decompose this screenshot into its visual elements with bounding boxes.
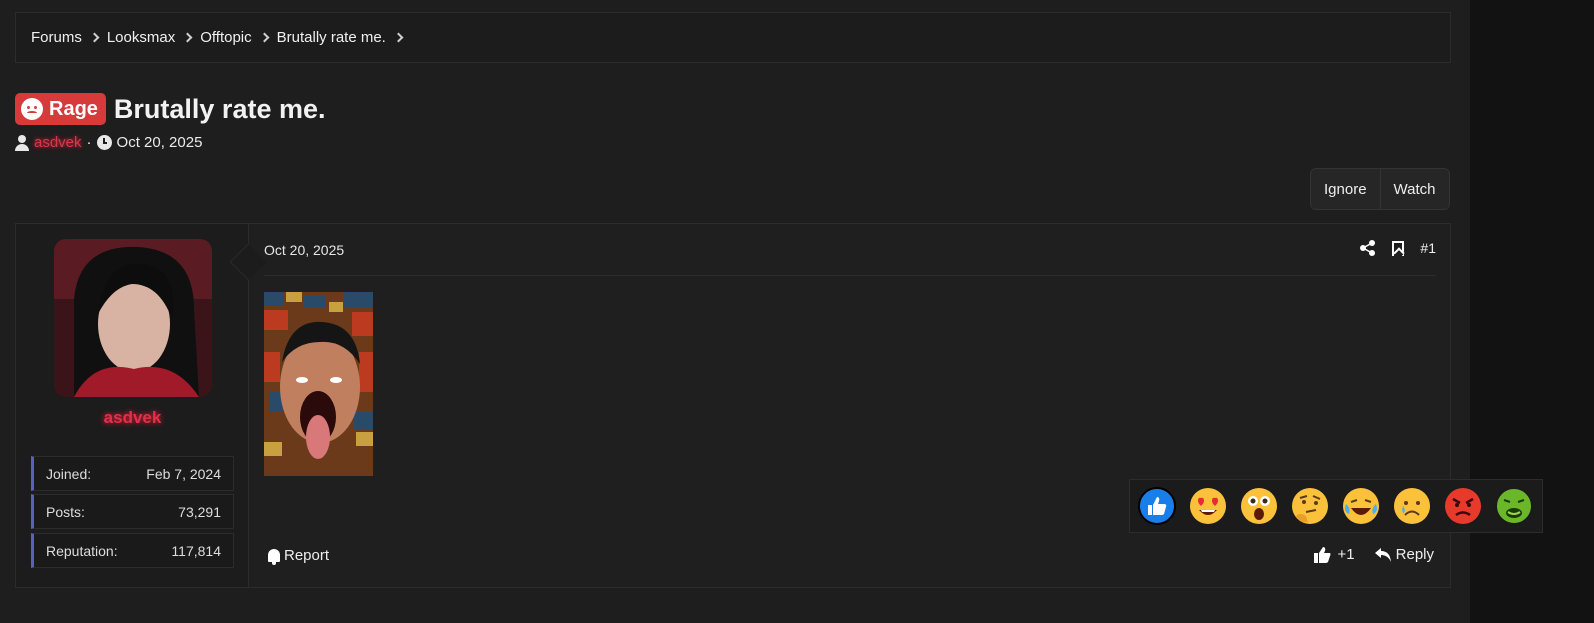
post-permalink[interactable]: #1 [1420, 240, 1436, 256]
prefix-label: Rage [49, 97, 98, 120]
page-title: Brutally rate me. [113, 93, 326, 124]
watch-button[interactable]: Watch [1379, 169, 1449, 209]
nauseated-icon[interactable] [1494, 486, 1534, 526]
thread-date[interactable]: Oct 20, 2025 [117, 134, 203, 151]
thumbs-up-icon [1313, 546, 1331, 563]
shocked-icon[interactable] [1239, 486, 1279, 526]
post-username[interactable]: asdvek [16, 408, 249, 428]
angry-face-icon [21, 98, 43, 120]
post-divider [264, 275, 1436, 276]
chevron-right-icon [182, 32, 193, 43]
thread-meta: asdvek · Oct 20, 2025 [15, 134, 202, 151]
thread-actions: Ignore Watch [1310, 168, 1450, 210]
post-tools: #1 [1360, 240, 1436, 256]
clock-icon [96, 135, 112, 150]
laughing-crying-icon[interactable] [1341, 486, 1381, 526]
ignore-button[interactable]: Ignore [1311, 169, 1380, 209]
reply-icon [1374, 547, 1391, 562]
breadcrumb-offtopic[interactable]: Offtopic [200, 29, 251, 46]
thinking-icon[interactable] [1290, 486, 1330, 526]
breadcrumb-thread[interactable]: Brutally rate me. [277, 29, 386, 46]
thread-author-link[interactable]: asdvek [34, 134, 82, 151]
report-link[interactable]: Report [268, 547, 329, 565]
post-actions: +1 Reply [1313, 546, 1434, 563]
post-user-panel: asdvek Joined: Feb 7, 2024 Posts: 73,291… [16, 224, 249, 587]
post-image-attachment[interactable] [264, 292, 373, 476]
breadcrumb-forums[interactable]: Forums [31, 29, 82, 46]
stat-reputation: Reputation: 117,814 [31, 533, 234, 568]
chevron-right-icon [89, 32, 100, 43]
sad-icon[interactable] [1392, 486, 1432, 526]
angry-icon[interactable] [1443, 486, 1483, 526]
chevron-right-icon [393, 32, 404, 43]
like-icon[interactable] [1137, 486, 1177, 526]
meta-separator: · [86, 134, 92, 151]
reply-button[interactable]: Reply [1374, 546, 1434, 563]
stat-posts: Posts: 73,291 [31, 494, 234, 529]
bell-icon [268, 549, 280, 565]
like-button[interactable]: +1 [1313, 546, 1355, 563]
avatar[interactable] [54, 239, 212, 397]
breadcrumb: Forums Looksmax Offtopic Brutally rate m… [15, 12, 1451, 63]
reaction-picker [1129, 479, 1543, 533]
stat-joined: Joined: Feb 7, 2024 [31, 456, 234, 491]
breadcrumb-looksmax[interactable]: Looksmax [107, 29, 175, 46]
user-icon [15, 134, 29, 151]
heart-eyes-icon[interactable] [1188, 486, 1228, 526]
post: asdvek Joined: Feb 7, 2024 Posts: 73,291… [15, 223, 1451, 588]
post-date[interactable]: Oct 20, 2025 [264, 242, 344, 258]
thread-header: Rage Brutally rate me. [15, 93, 326, 125]
thread-prefix-badge[interactable]: Rage [15, 93, 106, 125]
chevron-right-icon [259, 32, 270, 43]
share-icon[interactable] [1360, 240, 1376, 256]
bookmark-icon[interactable] [1392, 240, 1405, 256]
